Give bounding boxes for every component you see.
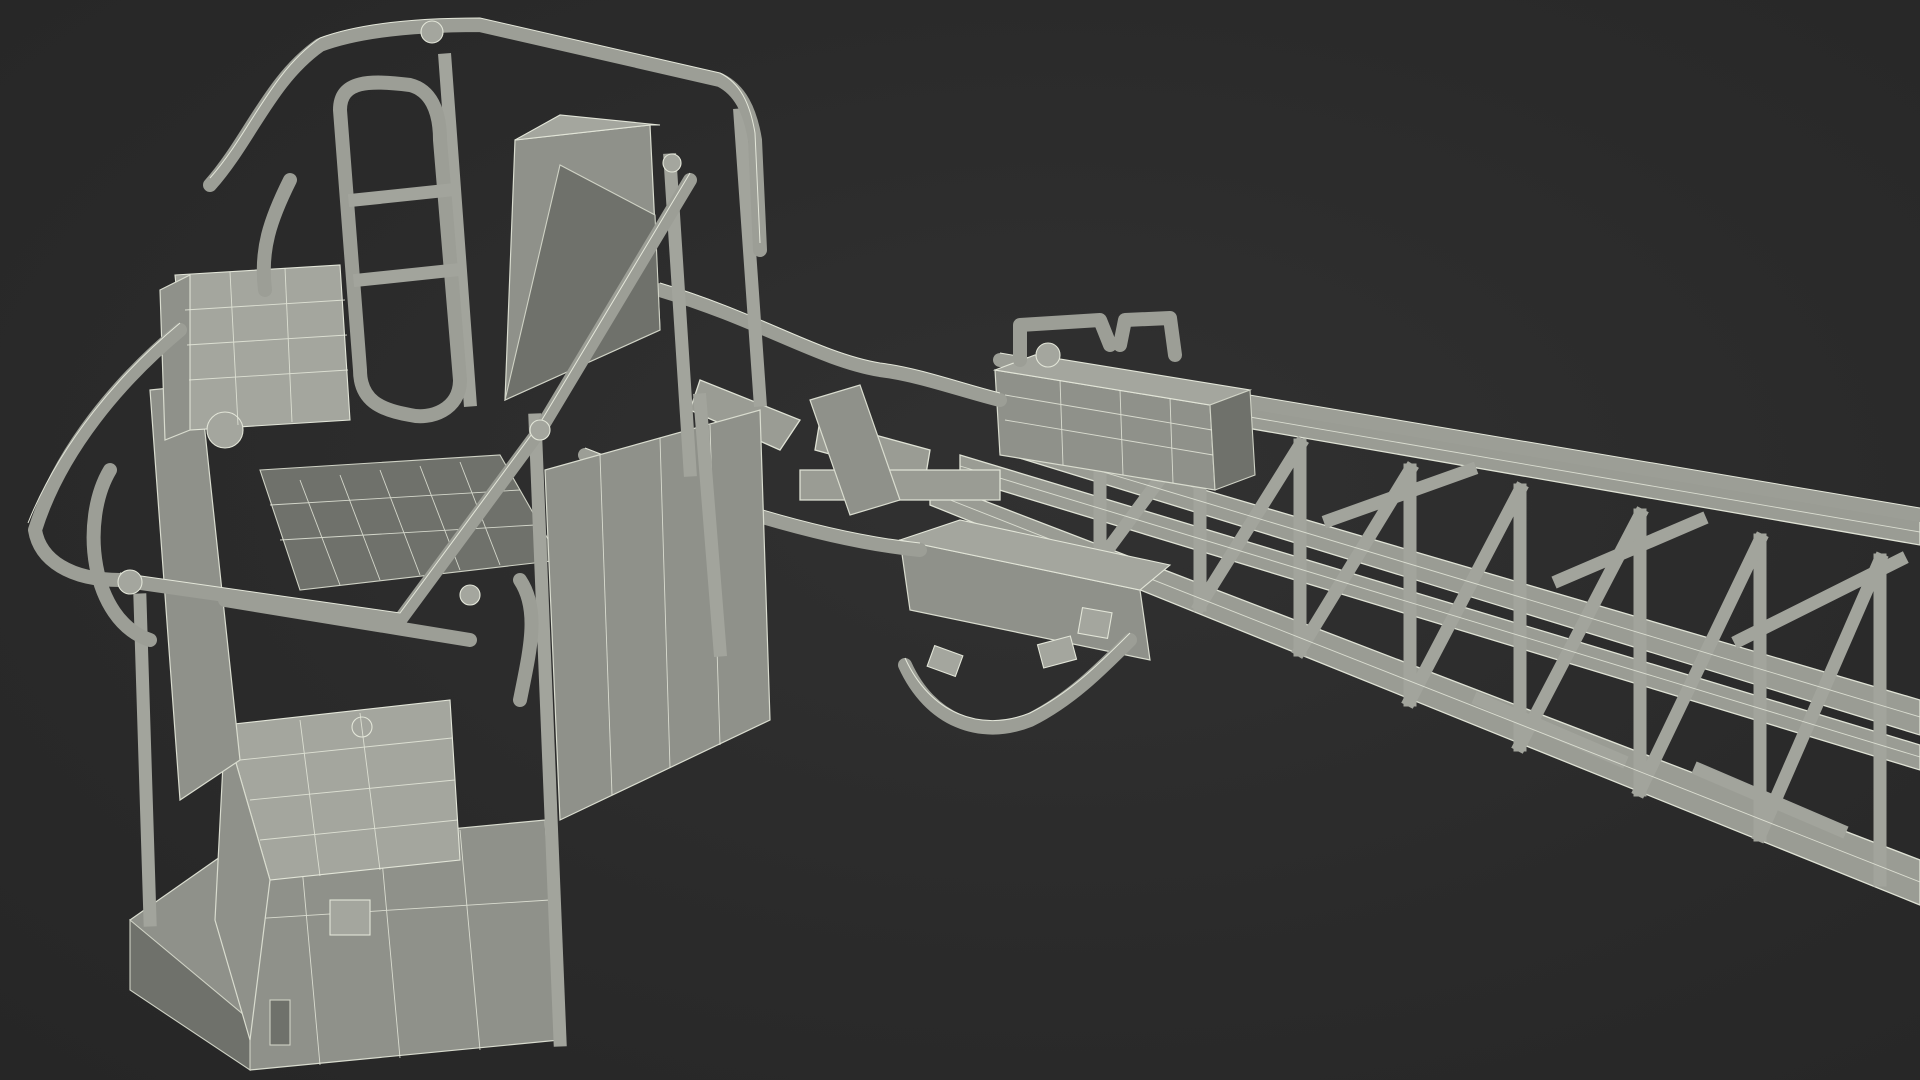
connector-beam-mid [799, 469, 1001, 501]
control-knob [1035, 342, 1061, 368]
aerial-platform-wireframe-render [27, 17, 1920, 1072]
panel-connector [329, 899, 371, 936]
inner-ladder-rail [333, 75, 467, 424]
control-box-side [1209, 389, 1256, 491]
panel-latch [269, 999, 291, 1046]
guide-tube-upper [653, 283, 1007, 407]
basket-right-wall [544, 409, 771, 821]
basket-platform [27, 17, 771, 1072]
render-viewport [0, 0, 1920, 1080]
basket-hose-c [513, 573, 539, 707]
